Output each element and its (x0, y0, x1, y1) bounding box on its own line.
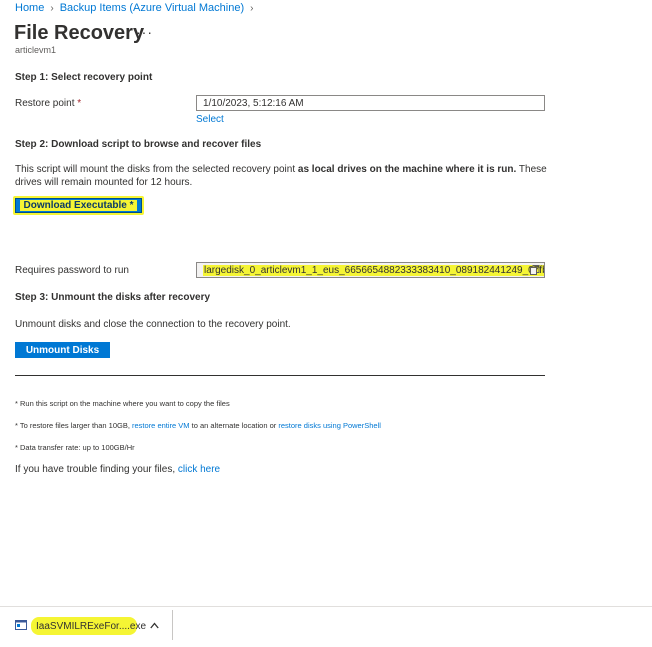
download-item-separator (172, 610, 173, 640)
restore-point-label: Restore point * (15, 98, 81, 109)
step2-desc-bold: as local drives on the machine where it … (297, 164, 517, 175)
download-executable-button[interactable]: Download Executable * (15, 198, 142, 213)
password-value: largedisk_0_articlevm1_1_eus_66566548823… (203, 265, 544, 276)
unmount-disks-button[interactable]: Unmount Disks (15, 342, 110, 358)
chevron-right-icon: › (50, 2, 54, 14)
trouble-text-pre: If you have trouble finding your files, (15, 464, 178, 475)
chevron-up-icon[interactable] (150, 622, 159, 629)
password-label: Requires password to run (15, 265, 129, 276)
step2-desc-pre: This script will mount the disks from th… (15, 164, 298, 175)
select-recovery-point-link[interactable]: Select (196, 114, 224, 125)
copy-icon[interactable] (530, 265, 540, 275)
password-field[interactable]: largedisk_0_articlevm1_1_eus_66566548823… (196, 262, 545, 278)
click-here-link[interactable]: click here (178, 464, 220, 475)
required-indicator: * (77, 98, 82, 109)
restore-point-value: 1/10/2023, 5:12:16 AM (203, 98, 304, 109)
note-restore-large-files: * To restore files larger than 10GB, res… (15, 421, 381, 430)
executable-file-icon (15, 620, 27, 630)
page-subtitle: articlevm1 (15, 45, 57, 55)
note-run-script: * Run this script on the machine where y… (15, 399, 230, 408)
breadcrumb: Home › Backup Items (Azure Virtual Machi… (15, 2, 259, 14)
step3-heading: Step 3: Unmount the disks after recovery (15, 292, 211, 303)
chevron-right-icon: › (250, 2, 254, 14)
trouble-text: If you have trouble finding your files, … (15, 464, 220, 475)
step3-description: Unmount disks and close the connection t… (15, 319, 291, 330)
note2-pre: * To restore files larger than 10GB, (15, 421, 133, 430)
step1-heading: Step 1: Select recovery point (15, 72, 153, 83)
breadcrumb-home-link[interactable]: Home (15, 2, 44, 14)
breadcrumb-backup-items-link[interactable]: Backup Items (Azure Virtual Machine) (60, 2, 244, 14)
download-executable-label: Download Executable * (20, 200, 137, 211)
restore-disks-powershell-link[interactable]: restore disks using PowerShell (278, 421, 381, 430)
note-transfer-rate: * Data transfer rate: up to 100GB/Hr (15, 443, 135, 452)
step2-description: This script will mount the disks from th… (15, 163, 550, 189)
download-file-name[interactable]: IaaSVMILRExeFor....exe (33, 621, 149, 632)
step2-heading: Step 2: Download script to browse and re… (15, 139, 262, 150)
note2-mid: to an alternate location or (189, 421, 279, 430)
section-divider (15, 375, 545, 376)
restore-entire-vm-link[interactable]: restore entire VM (132, 421, 190, 430)
page-title: File Recovery (14, 22, 145, 44)
restore-point-label-text: Restore point (15, 98, 75, 109)
more-options-icon[interactable]: ··· (136, 24, 153, 40)
restore-point-field[interactable]: 1/10/2023, 5:12:16 AM (196, 95, 545, 111)
